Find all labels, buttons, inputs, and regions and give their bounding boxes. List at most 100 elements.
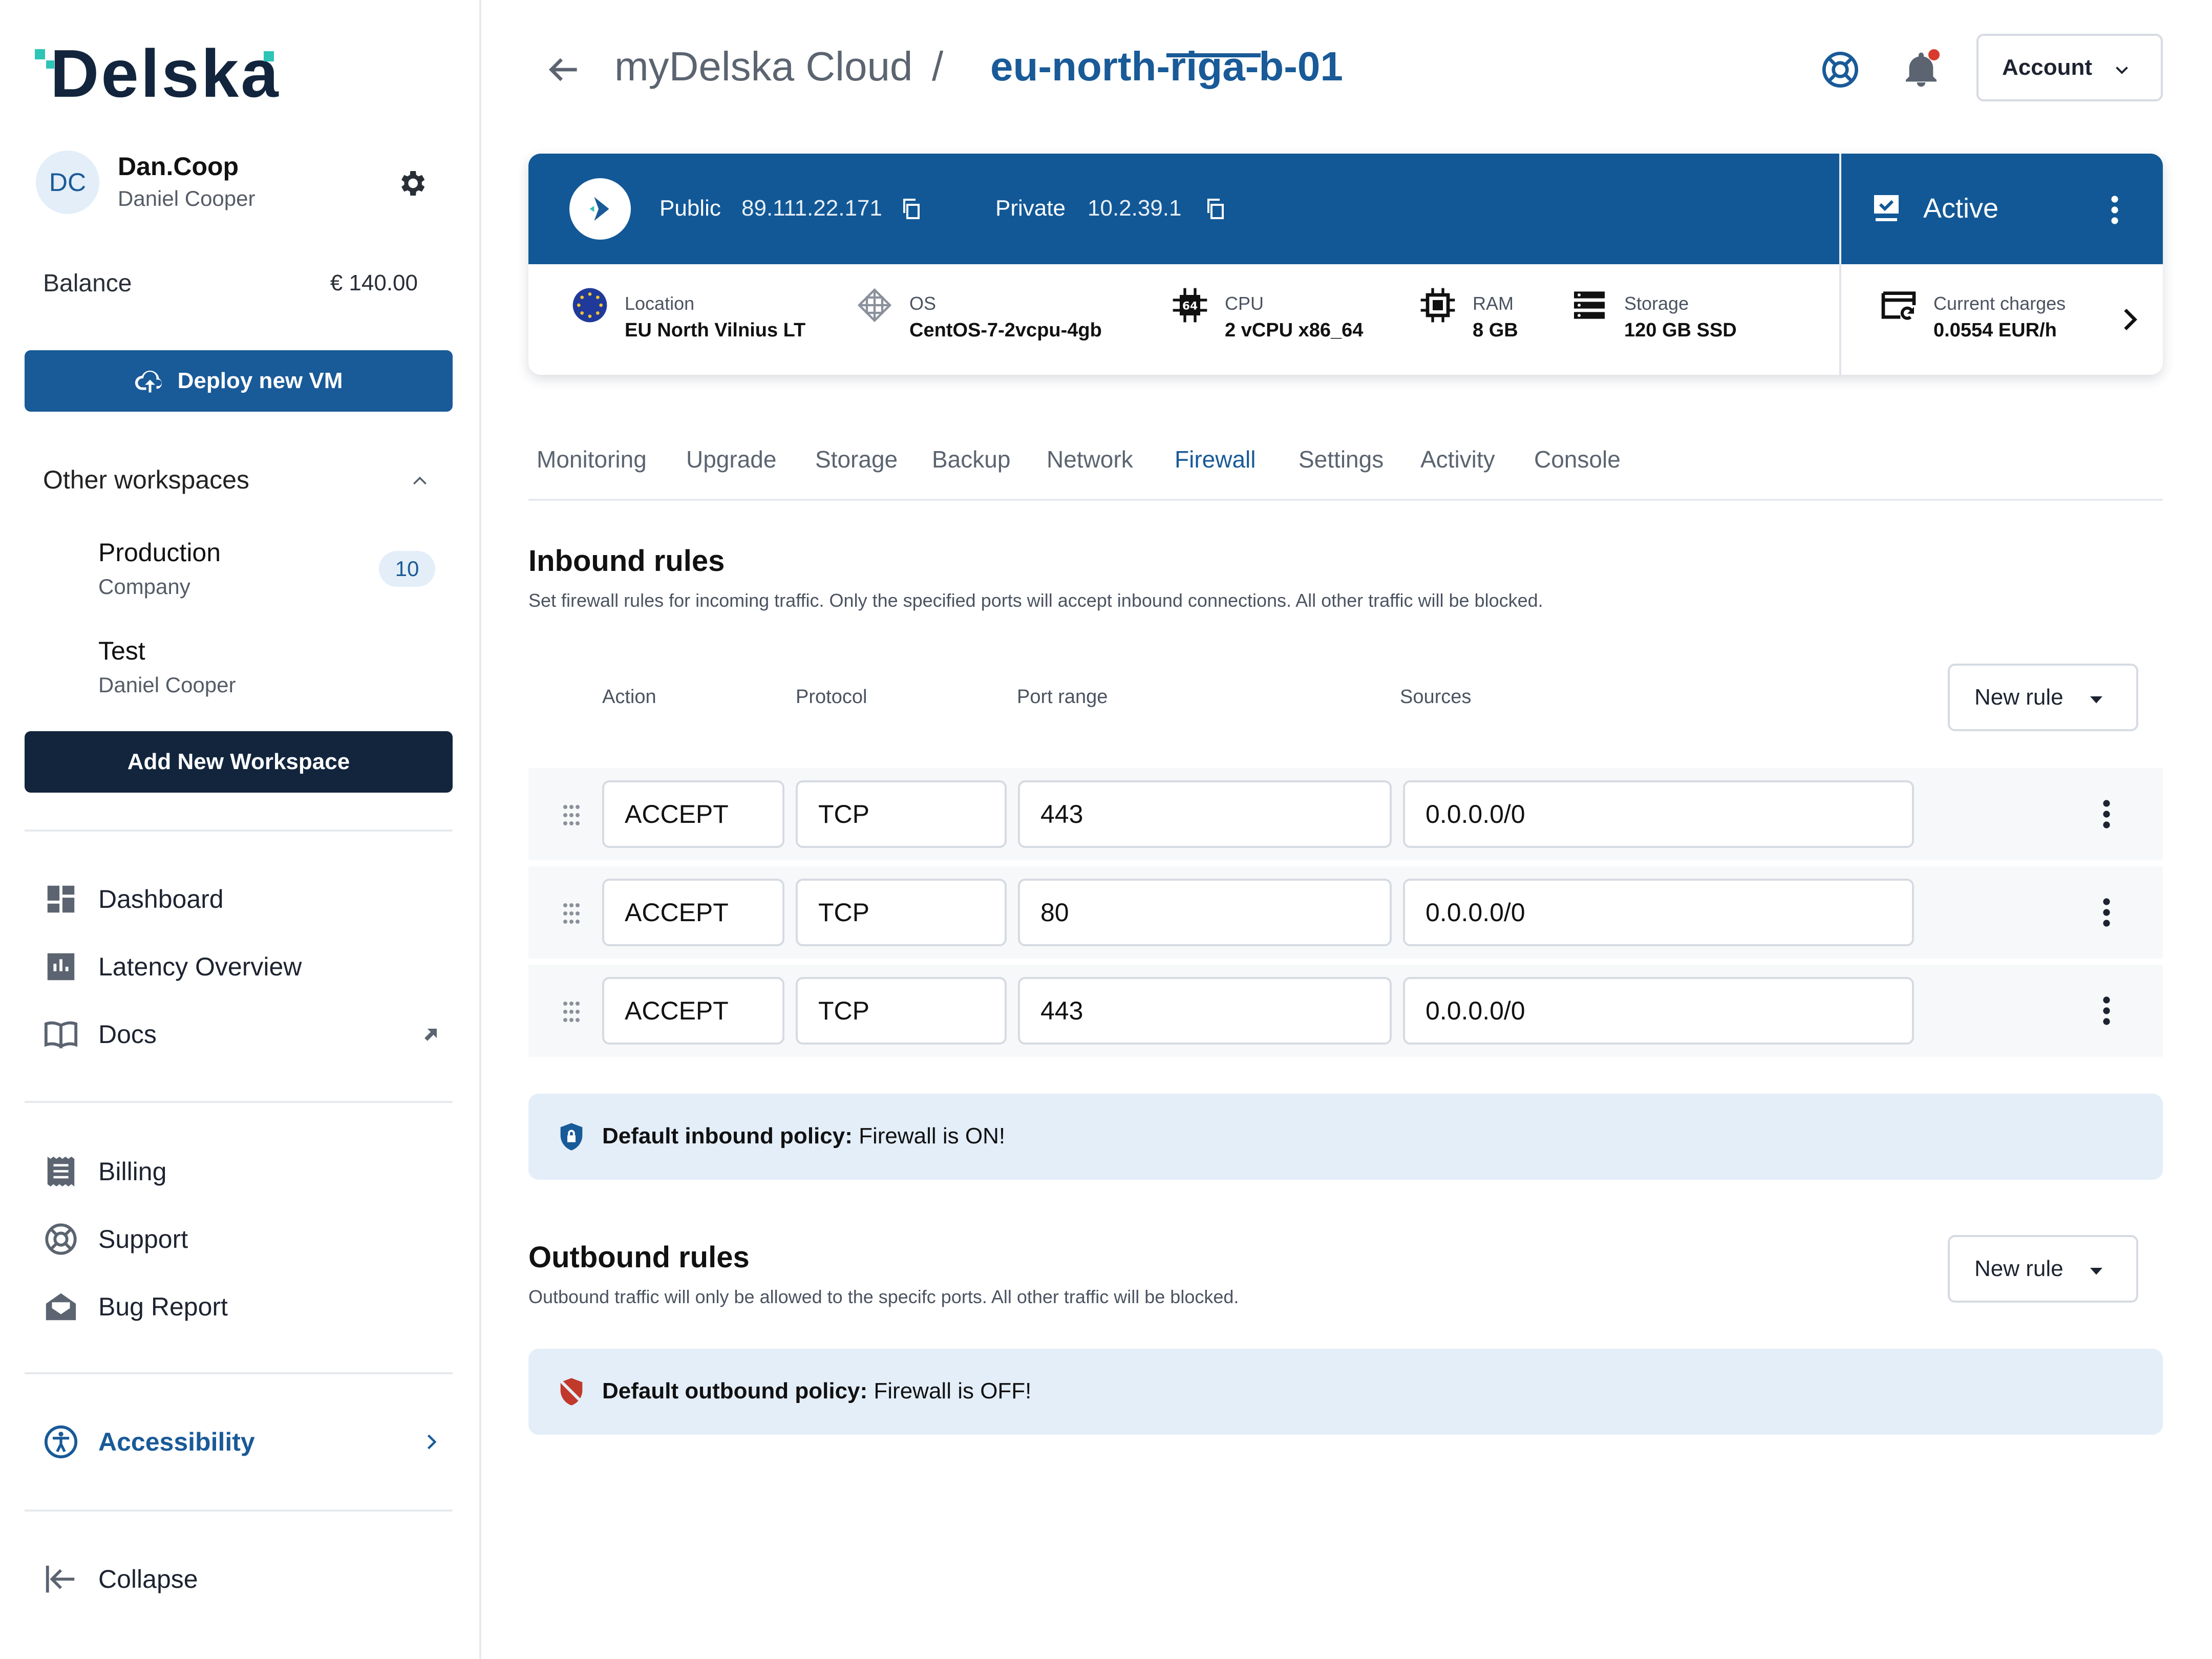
table-row: ACCEPT TCP 80 0.0.0.0/0 [528, 866, 2163, 959]
tab-settings[interactable]: Settings [1299, 445, 1384, 473]
logo-accent-square [264, 51, 274, 61]
chevron-up-icon[interactable] [410, 471, 430, 492]
nav-item-billing[interactable]: Billing [43, 1151, 442, 1192]
collapse-icon [46, 1565, 75, 1593]
lifebuoy-icon [45, 1223, 77, 1255]
drag-handle-icon[interactable] [561, 999, 582, 1024]
policy-value: Firewall is ON! [859, 1123, 1006, 1148]
charges-value: 0.0554 EUR/h [1933, 320, 2057, 341]
rule-port-field[interactable]: 80 [1018, 879, 1392, 946]
account-menu-button[interactable]: Account [1976, 34, 2163, 101]
public-ip-label: Public [660, 196, 721, 221]
charges-label: Current charges [1933, 293, 2066, 314]
more-vertical-icon[interactable] [2100, 897, 2113, 928]
deploy-vm-label: Deploy new VM [177, 368, 343, 393]
payment-card-icon [1881, 291, 1916, 320]
spec-label: Storage [1624, 293, 1689, 314]
spec-label: Location [625, 293, 695, 314]
vm-tabs: Monitoring Upgrade Storage Backup Networ… [528, 440, 2163, 501]
nav-item-accessibility[interactable]: Accessibility [43, 1421, 442, 1462]
rule-protocol-field[interactable]: TCP [796, 879, 1007, 946]
more-vertical-icon[interactable] [2109, 195, 2121, 225]
private-ip-value: 10.2.39.1 [1088, 196, 1182, 221]
tab-backup[interactable]: Backup [932, 445, 1010, 473]
sidebar: Delska DC Dan.Coop Daniel Cooper Balance… [0, 0, 481, 1659]
nav-label: Support [98, 1225, 188, 1253]
logo-accent-square [35, 49, 45, 59]
workspace-item-test[interactable]: Test Daniel Cooper [98, 636, 236, 697]
rule-source-field[interactable]: 0.0.0.0/0 [1403, 780, 1914, 848]
rule-source-field[interactable]: 0.0.0.0/0 [1403, 879, 1914, 946]
nav-item-dashboard[interactable]: Dashboard [43, 879, 442, 920]
workspace-count-badge: 10 [379, 551, 435, 587]
breadcrumb-root[interactable]: myDelska Cloud [614, 43, 912, 90]
column-header-action: Action [602, 686, 656, 708]
nav-label: Accessibility [98, 1428, 255, 1456]
notification-dot [1928, 49, 1940, 60]
tab-monitoring[interactable]: Monitoring [537, 445, 647, 473]
spec-label: OS [909, 293, 937, 314]
tab-activity[interactable]: Activity [1420, 445, 1495, 473]
outbound-policy-banner: Default outbound policy: Firewall is OFF… [528, 1349, 2163, 1435]
rule-protocol-field[interactable]: TCP [796, 977, 1007, 1045]
mail-icon [46, 1293, 76, 1321]
spec-value: 120 GB SSD [1624, 320, 1737, 341]
workspace-name: Production [98, 538, 221, 567]
deploy-vm-button[interactable]: Deploy new VM [25, 350, 453, 412]
rule-action-field[interactable]: ACCEPT [602, 780, 784, 848]
svg-text:64: 64 [1182, 300, 1198, 313]
workspace-sub: Daniel Cooper [98, 673, 236, 697]
active-tab-indicator [1166, 53, 1261, 57]
column-header-port-range: Port range [1017, 686, 1108, 708]
spec-value: CentOS-7-2vcpu-4gb [909, 320, 1102, 341]
rule-protocol-field[interactable]: TCP [796, 780, 1007, 848]
back-arrow-icon[interactable] [543, 49, 584, 90]
divider [25, 1372, 453, 1374]
avatar[interactable]: DC [36, 151, 99, 214]
delska-logo[interactable]: Delska [35, 40, 279, 108]
nav-item-support[interactable]: Support [43, 1219, 442, 1260]
workspace-item-production[interactable]: Production Company [98, 538, 221, 599]
lifebuoy-icon[interactable] [1820, 49, 1861, 90]
shield-off-icon [558, 1378, 585, 1406]
rule-port-field[interactable]: 443 [1018, 780, 1392, 848]
more-vertical-icon[interactable] [2100, 799, 2113, 830]
add-workspace-button[interactable]: Add New Workspace [25, 731, 453, 793]
rule-action-field[interactable]: ACCEPT [602, 977, 784, 1045]
cloud-upload-icon [135, 370, 162, 393]
policy-value: Firewall is OFF! [874, 1378, 1032, 1403]
spec-value: EU North Vilnius LT [625, 320, 806, 341]
other-workspaces-label[interactable]: Other workspaces [43, 465, 249, 495]
copy-icon[interactable] [1203, 197, 1228, 221]
outbound-new-rule-button[interactable]: New rule [1948, 1235, 2138, 1303]
drag-handle-icon[interactable] [561, 901, 582, 926]
divider [25, 1101, 453, 1103]
gear-icon[interactable] [395, 167, 428, 200]
receipt-icon [47, 1156, 75, 1187]
table-row: ACCEPT TCP 443 0.0.0.0/0 [528, 768, 2163, 860]
more-vertical-icon[interactable] [2100, 995, 2113, 1026]
tab-upgrade[interactable]: Upgrade [686, 445, 776, 473]
rule-action-field[interactable]: ACCEPT [602, 879, 784, 946]
nav-item-docs[interactable]: Docs [43, 1014, 442, 1055]
rule-source-field[interactable]: 0.0.0.0/0 [1403, 977, 1914, 1045]
tab-console[interactable]: Console [1534, 445, 1621, 473]
chevron-right-icon[interactable] [2116, 305, 2144, 334]
workspace-name: Test [98, 636, 145, 665]
nav-item-latency-overview[interactable]: Latency Overview [43, 946, 442, 987]
bar-chart-icon [47, 953, 75, 981]
tab-firewall[interactable]: Firewall [1175, 445, 1256, 473]
copy-icon[interactable] [899, 197, 924, 221]
new-rule-label: New rule [1974, 685, 2064, 710]
shield-lock-icon [560, 1123, 583, 1151]
caret-down-icon [2090, 1268, 2102, 1275]
divider [25, 830, 453, 832]
nav-item-bug-report[interactable]: Bug Report [43, 1286, 442, 1327]
outbound-rules-description: Outbound traffic will only be allowed to… [528, 1286, 1239, 1307]
tab-storage[interactable]: Storage [815, 445, 898, 473]
inbound-new-rule-button[interactable]: New rule [1948, 664, 2138, 731]
collapse-button[interactable]: Collapse [43, 1559, 442, 1600]
tab-network[interactable]: Network [1047, 445, 1133, 473]
drag-handle-icon[interactable] [561, 803, 582, 827]
rule-port-field[interactable]: 443 [1018, 977, 1392, 1045]
